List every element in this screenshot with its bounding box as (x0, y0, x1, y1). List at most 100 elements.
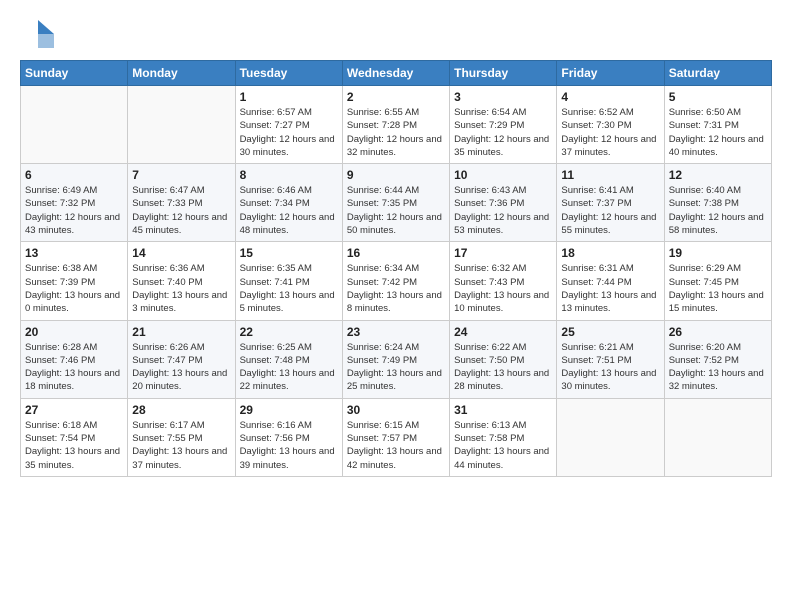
calendar-cell: 7 Sunrise: 6:47 AM Sunset: 7:33 PM Daylig… (128, 164, 235, 242)
day-info: Sunrise: 6:25 AM Sunset: 7:48 PM Dayligh… (240, 341, 338, 394)
day-info: Sunrise: 6:47 AM Sunset: 7:33 PM Dayligh… (132, 184, 230, 237)
day-info: Sunrise: 6:35 AM Sunset: 7:41 PM Dayligh… (240, 262, 338, 315)
calendar-cell: 26 Sunrise: 6:20 AM Sunset: 7:52 PM Dayli… (664, 320, 771, 398)
day-number: 17 (454, 246, 552, 260)
calendar-cell: 22 Sunrise: 6:25 AM Sunset: 7:48 PM Dayli… (235, 320, 342, 398)
calendar-cell: 23 Sunrise: 6:24 AM Sunset: 7:49 PM Dayli… (342, 320, 449, 398)
day-info: Sunrise: 6:21 AM Sunset: 7:51 PM Dayligh… (561, 341, 659, 394)
day-number: 12 (669, 168, 767, 182)
day-info: Sunrise: 6:31 AM Sunset: 7:44 PM Dayligh… (561, 262, 659, 315)
day-info: Sunrise: 6:36 AM Sunset: 7:40 PM Dayligh… (132, 262, 230, 315)
calendar-cell: 10 Sunrise: 6:43 AM Sunset: 7:36 PM Dayli… (450, 164, 557, 242)
day-number: 3 (454, 90, 552, 104)
day-info: Sunrise: 6:38 AM Sunset: 7:39 PM Dayligh… (25, 262, 123, 315)
day-number: 27 (25, 403, 123, 417)
day-info: Sunrise: 6:18 AM Sunset: 7:54 PM Dayligh… (25, 419, 123, 472)
day-of-week-saturday: Saturday (664, 61, 771, 86)
day-number: 19 (669, 246, 767, 260)
calendar-cell: 20Sunrise: 6:28 AM Sunset: 7:46 PM Dayli… (21, 320, 128, 398)
day-number: 15 (240, 246, 338, 260)
day-number: 22 (240, 325, 338, 339)
header (20, 16, 772, 52)
day-number: 20 (25, 325, 123, 339)
day-info: Sunrise: 6:17 AM Sunset: 7:55 PM Dayligh… (132, 419, 230, 472)
day-info: Sunrise: 6:46 AM Sunset: 7:34 PM Dayligh… (240, 184, 338, 237)
calendar-cell: 21 Sunrise: 6:26 AM Sunset: 7:47 PM Dayli… (128, 320, 235, 398)
day-number: 2 (347, 90, 445, 104)
week-row-2: 6 Sunrise: 6:49 AM Sunset: 7:32 PM Daylig… (21, 164, 772, 242)
calendar-cell: 9Sunrise: 6:44 AM Sunset: 7:35 PM Daylig… (342, 164, 449, 242)
week-row-5: 27 Sunrise: 6:18 AM Sunset: 7:54 PM Dayli… (21, 398, 772, 476)
day-info: Sunrise: 6:16 AM Sunset: 7:56 PM Dayligh… (240, 419, 338, 472)
calendar-cell: 8Sunrise: 6:46 AM Sunset: 7:34 PM Daylig… (235, 164, 342, 242)
calendar-cell: 30Sunrise: 6:15 AM Sunset: 7:57 PM Dayli… (342, 398, 449, 476)
day-info: Sunrise: 6:20 AM Sunset: 7:52 PM Dayligh… (669, 341, 767, 394)
calendar-cell: 5 Sunrise: 6:50 AM Sunset: 7:31 PM Daylig… (664, 86, 771, 164)
day-number: 10 (454, 168, 552, 182)
day-number: 28 (132, 403, 230, 417)
calendar-cell: 12Sunrise: 6:40 AM Sunset: 7:38 PM Dayli… (664, 164, 771, 242)
day-number: 30 (347, 403, 445, 417)
day-number: 21 (132, 325, 230, 339)
calendar-cell: 27 Sunrise: 6:18 AM Sunset: 7:54 PM Dayli… (21, 398, 128, 476)
calendar-cell: 29Sunrise: 6:16 AM Sunset: 7:56 PM Dayli… (235, 398, 342, 476)
day-number: 7 (132, 168, 230, 182)
day-number: 1 (240, 90, 338, 104)
calendar-table: SundayMondayTuesdayWednesdayThursdayFrid… (20, 60, 772, 477)
day-info: Sunrise: 6:50 AM Sunset: 7:31 PM Dayligh… (669, 106, 767, 159)
day-number: 11 (561, 168, 659, 182)
calendar-cell: 14 Sunrise: 6:36 AM Sunset: 7:40 PM Dayli… (128, 242, 235, 320)
day-info: Sunrise: 6:34 AM Sunset: 7:42 PM Dayligh… (347, 262, 445, 315)
calendar-cell: 13 Sunrise: 6:38 AM Sunset: 7:39 PM Dayli… (21, 242, 128, 320)
calendar-cell: 18 Sunrise: 6:31 AM Sunset: 7:44 PM Dayli… (557, 242, 664, 320)
day-number: 4 (561, 90, 659, 104)
day-number: 31 (454, 403, 552, 417)
day-number: 5 (669, 90, 767, 104)
header-row: SundayMondayTuesdayWednesdayThursdayFrid… (21, 61, 772, 86)
day-info: Sunrise: 6:49 AM Sunset: 7:32 PM Dayligh… (25, 184, 123, 237)
day-of-week-monday: Monday (128, 61, 235, 86)
calendar-cell: 17 Sunrise: 6:32 AM Sunset: 7:43 PM Dayli… (450, 242, 557, 320)
calendar-cell: 2 Sunrise: 6:55 AM Sunset: 7:28 PM Daylig… (342, 86, 449, 164)
day-number: 24 (454, 325, 552, 339)
day-info: Sunrise: 6:13 AM Sunset: 7:58 PM Dayligh… (454, 419, 552, 472)
day-number: 13 (25, 246, 123, 260)
day-info: Sunrise: 6:55 AM Sunset: 7:28 PM Dayligh… (347, 106, 445, 159)
day-number: 14 (132, 246, 230, 260)
day-number: 23 (347, 325, 445, 339)
calendar-cell: 28 Sunrise: 6:17 AM Sunset: 7:55 PM Dayli… (128, 398, 235, 476)
day-of-week-wednesday: Wednesday (342, 61, 449, 86)
page: SundayMondayTuesdayWednesdayThursdayFrid… (0, 0, 792, 487)
week-row-1: 1 Sunrise: 6:57 AM Sunset: 7:27 PM Daylig… (21, 86, 772, 164)
calendar-cell: 31 Sunrise: 6:13 AM Sunset: 7:58 PM Dayli… (450, 398, 557, 476)
day-info: Sunrise: 6:32 AM Sunset: 7:43 PM Dayligh… (454, 262, 552, 315)
day-info: Sunrise: 6:24 AM Sunset: 7:49 PM Dayligh… (347, 341, 445, 394)
day-info: Sunrise: 6:26 AM Sunset: 7:47 PM Dayligh… (132, 341, 230, 394)
calendar-cell: 24 Sunrise: 6:22 AM Sunset: 7:50 PM Dayli… (450, 320, 557, 398)
day-of-week-friday: Friday (557, 61, 664, 86)
day-info: Sunrise: 6:22 AM Sunset: 7:50 PM Dayligh… (454, 341, 552, 394)
logo (20, 16, 60, 52)
day-number: 26 (669, 325, 767, 339)
day-number: 9 (347, 168, 445, 182)
week-row-4: 20Sunrise: 6:28 AM Sunset: 7:46 PM Dayli… (21, 320, 772, 398)
day-info: Sunrise: 6:29 AM Sunset: 7:45 PM Dayligh… (669, 262, 767, 315)
day-number: 6 (25, 168, 123, 182)
day-of-week-tuesday: Tuesday (235, 61, 342, 86)
day-info: Sunrise: 6:43 AM Sunset: 7:36 PM Dayligh… (454, 184, 552, 237)
calendar-cell (128, 86, 235, 164)
calendar-cell: 4 Sunrise: 6:52 AM Sunset: 7:30 PM Daylig… (557, 86, 664, 164)
calendar-cell: 6 Sunrise: 6:49 AM Sunset: 7:32 PM Daylig… (21, 164, 128, 242)
day-info: Sunrise: 6:41 AM Sunset: 7:37 PM Dayligh… (561, 184, 659, 237)
day-info: Sunrise: 6:57 AM Sunset: 7:27 PM Dayligh… (240, 106, 338, 159)
calendar-cell: 3 Sunrise: 6:54 AM Sunset: 7:29 PM Daylig… (450, 86, 557, 164)
calendar-cell (21, 86, 128, 164)
calendar-cell: 19 Sunrise: 6:29 AM Sunset: 7:45 PM Dayli… (664, 242, 771, 320)
day-info: Sunrise: 6:52 AM Sunset: 7:30 PM Dayligh… (561, 106, 659, 159)
calendar-cell: 16Sunrise: 6:34 AM Sunset: 7:42 PM Dayli… (342, 242, 449, 320)
day-number: 18 (561, 246, 659, 260)
logo-icon (20, 16, 56, 52)
day-info: Sunrise: 6:54 AM Sunset: 7:29 PM Dayligh… (454, 106, 552, 159)
calendar-cell (664, 398, 771, 476)
day-of-week-thursday: Thursday (450, 61, 557, 86)
